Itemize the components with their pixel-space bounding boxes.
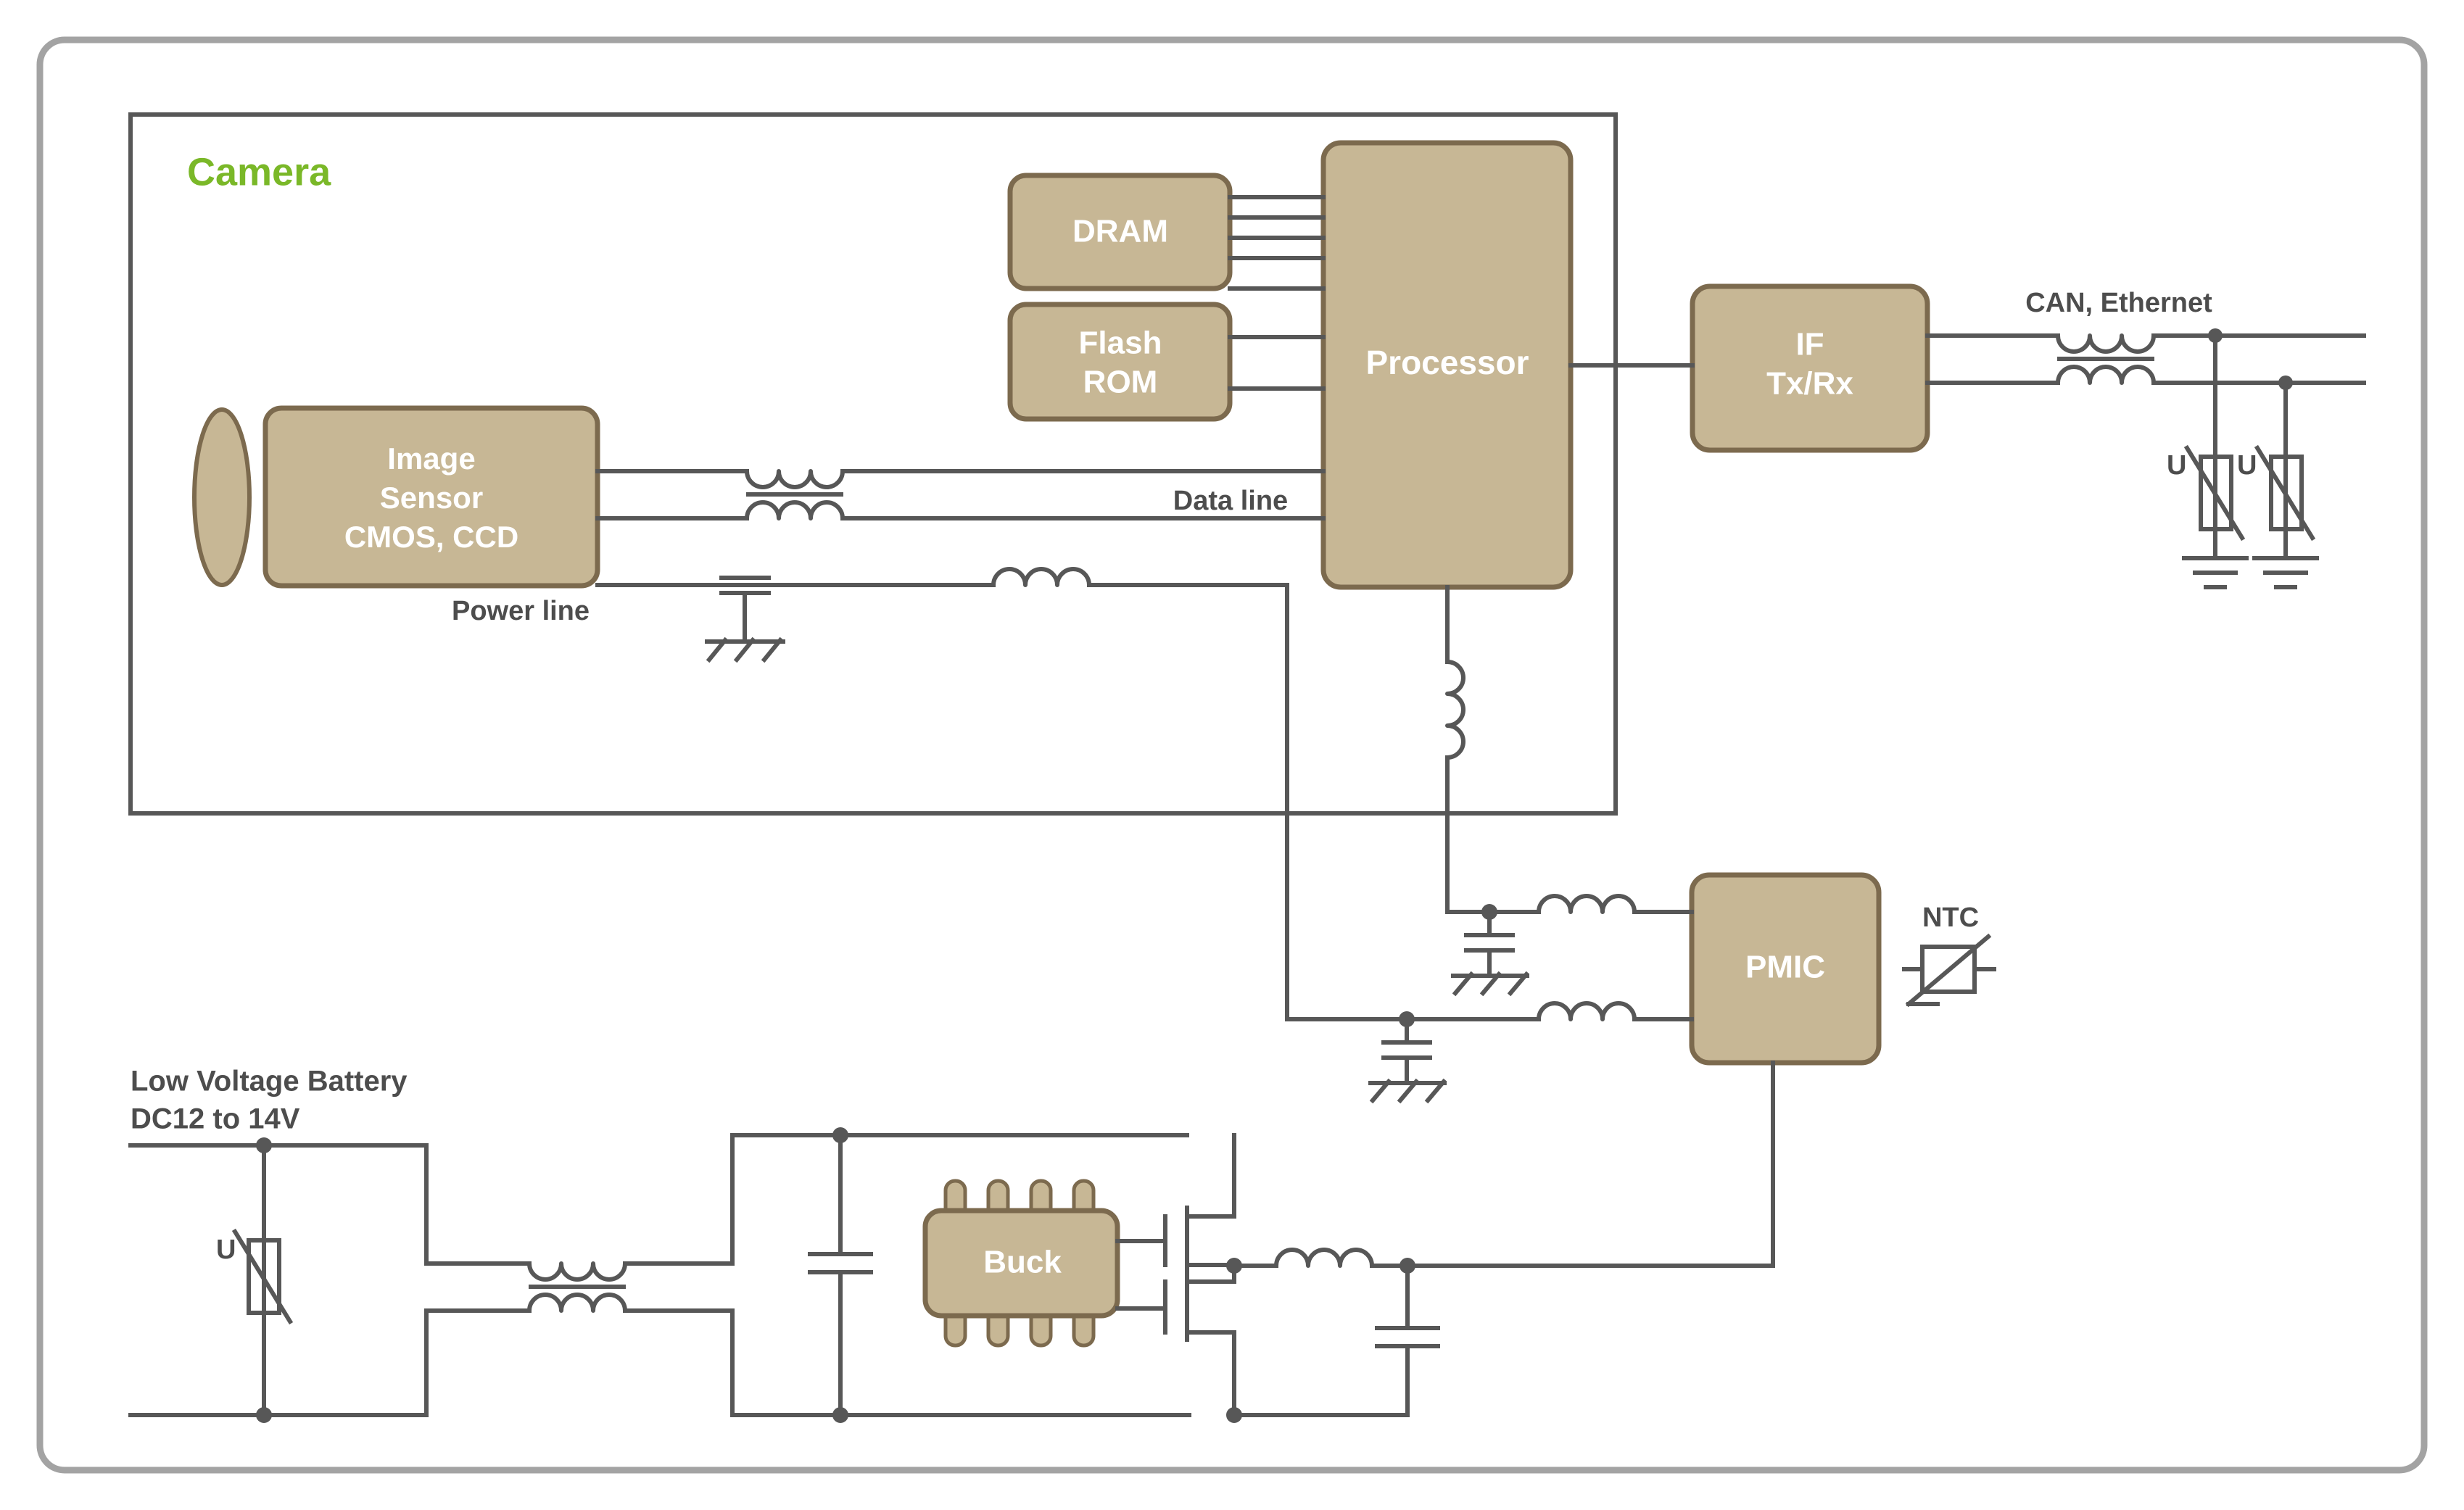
power-line-annotation: Power line [452,596,590,626]
power-line-wires [595,567,1409,1021]
pmic-output-wires [1405,1061,1775,1268]
processor-label: Processor [1365,344,1529,381]
if-txrx-label-1: IF [1795,327,1824,362]
if-txrx-label-2: Tx/Rx [1766,366,1853,402]
image-sensor-label-3: CMOS, CCD [344,520,518,554]
dram-label: DRAM [1072,214,1168,249]
battery-label-2: DC12 to 14V [131,1103,300,1135]
processor-pmic-power-wires [1445,585,1694,997]
pmic-label: PMIC [1745,950,1825,985]
buck-label: Buck [983,1245,1062,1280]
schematic-diagram: Camera Image Sensor CMOS, CCD DRAM Flash… [0,0,2464,1510]
image-sensor-label-2: Sensor [380,481,483,515]
can-ethernet-wires [1925,333,2366,385]
ntc-thermistor [1902,933,1996,1008]
output-lc-filter [1232,1248,1440,1417]
half-bridge-mosfets [1115,1133,1242,1423]
ntc-label: NTC [1922,903,1979,933]
lens-icon [192,407,252,587]
data-line-annotation: Data line [1173,486,1288,516]
sensor-pmic-power-wires [1368,1001,1694,1104]
dram-bus-wires [1228,195,1326,291]
flash-rom-label-2: ROM [1083,365,1158,400]
image-sensor-label-1: Image [387,441,475,476]
battery-input-wires [128,1137,429,1423]
flash-rom-bus-wires [1228,335,1326,391]
varistor-can-2 [2252,376,2319,589]
flash-rom-block [1007,302,1233,422]
input-cm-choke-wires [424,1143,735,1417]
can-ethernet-annotation: CAN, Ethernet [2025,288,2212,318]
varistor-can-2-label: U [2237,450,2257,481]
flash-rom-label-1: Flash [1079,325,1162,361]
varistor-battery-label: U [216,1235,236,1265]
camera-title: Camera [187,150,331,194]
battery-label-1: Low Voltage Battery [131,1066,408,1098]
varistor-can-1-label: U [2167,450,2186,481]
